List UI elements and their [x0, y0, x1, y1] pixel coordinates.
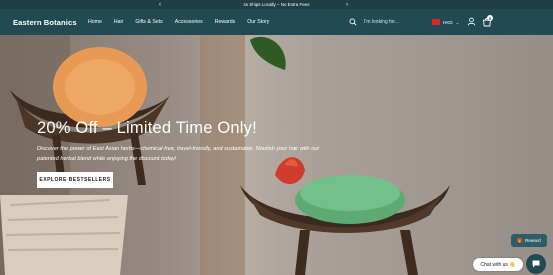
chat-prompt[interactable]: Chat with us 👋 — [473, 258, 523, 271]
user-icon[interactable] — [467, 17, 476, 26]
search-input[interactable]: I'm looking for... — [364, 19, 399, 25]
chat-icon — [532, 260, 540, 268]
main-nav: Home Hair Gifts & Sets Accessories Rewar… — [88, 19, 281, 25]
chevron-left-icon[interactable]: ‹ — [155, 0, 165, 9]
announcement-bar: ‹ ss Ships Locally – No Extra Fees › — [0, 0, 553, 9]
nav-item-our-story[interactable]: Our Story — [247, 19, 269, 25]
nav-item-hair[interactable]: Hair — [114, 19, 124, 25]
cart-count-badge: 0 — [487, 15, 493, 21]
nav-item-home[interactable]: Home — [88, 19, 102, 25]
nav-item-accessories[interactable]: Accessories — [175, 19, 203, 25]
currency-selector[interactable]: HKD ⌄ — [432, 19, 459, 25]
hero-banner: 20% Off – Limited Time Only! Discover th… — [0, 35, 553, 275]
hk-flag-icon — [432, 19, 440, 25]
site-header: Eastern Botanics Home Hair Gifts & Sets … — [0, 9, 553, 35]
reward-button[interactable]: 🎁 Reward — [511, 234, 547, 247]
chevron-down-icon: ⌄ — [455, 19, 460, 25]
reward-label: Reward — [524, 238, 541, 243]
currency-label: HKD — [443, 19, 453, 25]
announcement-text: ss Ships Locally – No Extra Fees — [243, 2, 310, 7]
search-icon[interactable] — [349, 18, 357, 26]
nav-item-gifts-sets[interactable]: Gifts & Sets — [135, 19, 162, 25]
chat-bubble-button[interactable] — [526, 254, 546, 274]
explore-bestsellers-button[interactable]: EXPLORE BESTSELLERS — [37, 172, 113, 188]
hero-description: Discover the power of East Asian herbs—c… — [37, 146, 320, 162]
gift-icon: 🎁 — [517, 237, 523, 243]
hero-title: 20% Off – Limited Time Only! — [37, 119, 257, 137]
chevron-right-icon[interactable]: › — [342, 0, 352, 9]
site-logo[interactable]: Eastern Botanics — [13, 18, 77, 27]
nav-item-rewards[interactable]: Rewards — [215, 19, 235, 25]
